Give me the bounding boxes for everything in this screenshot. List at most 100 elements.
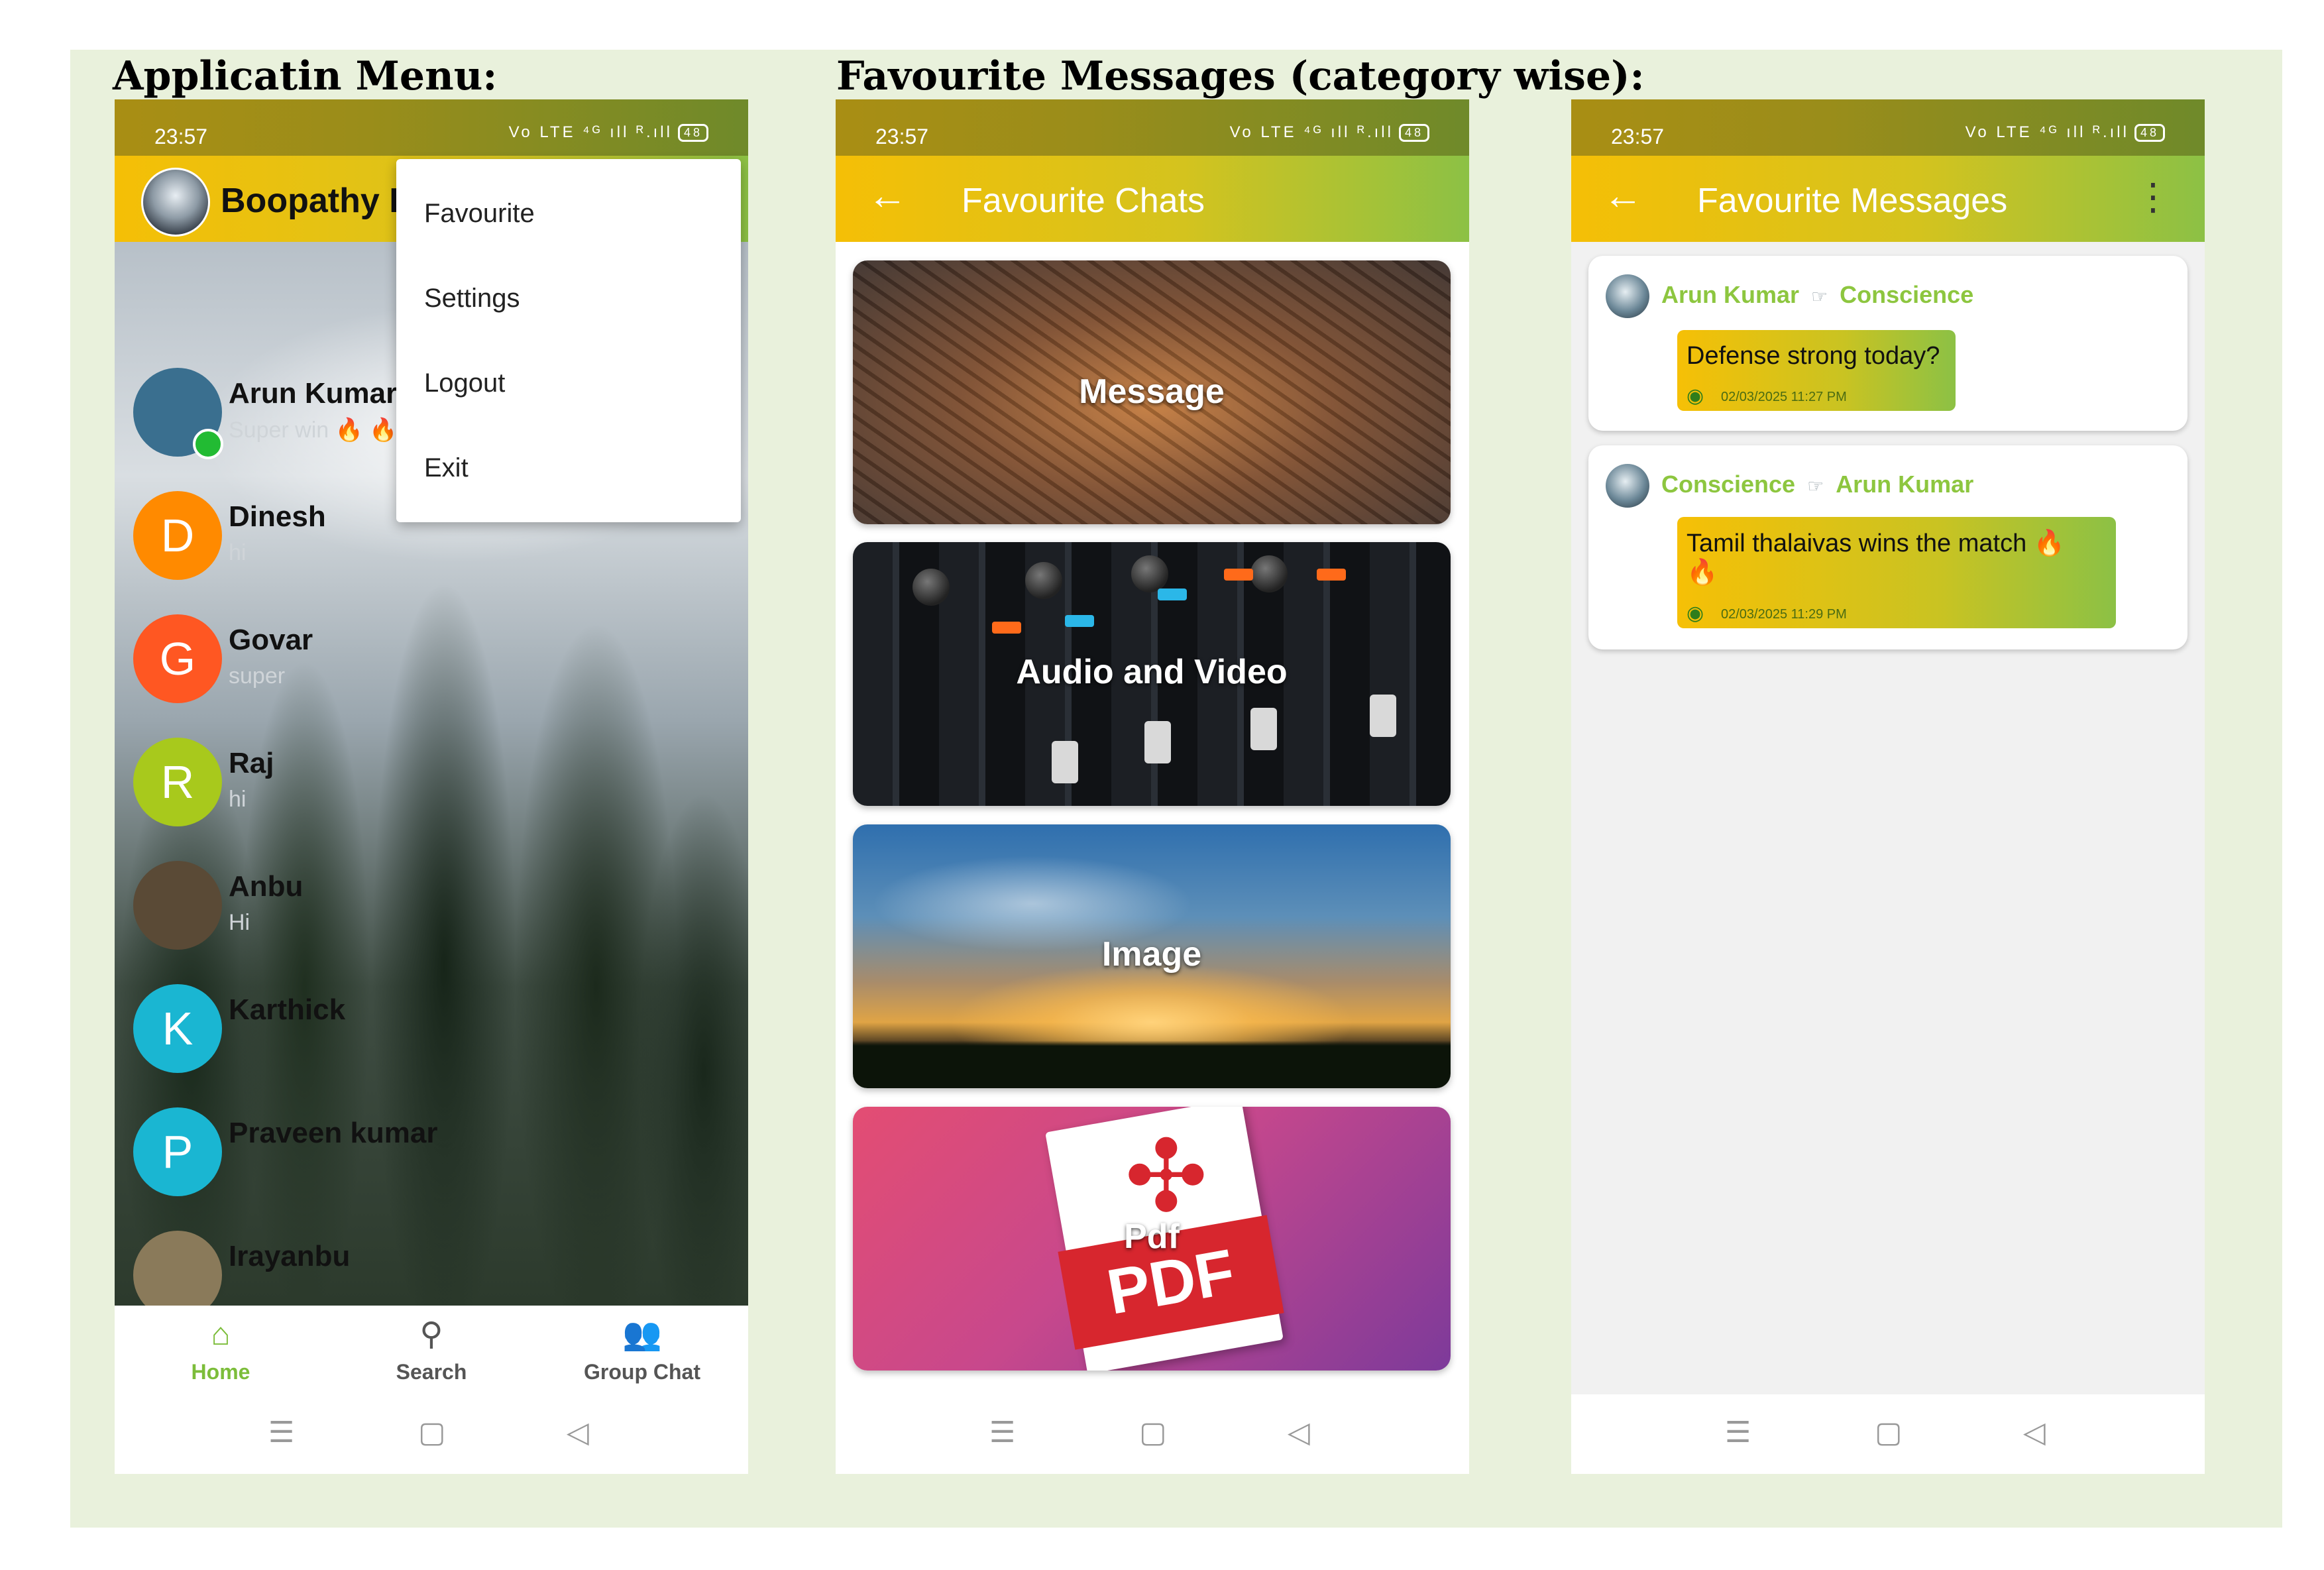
pointing-hand-icon: ☞ [1807,476,1824,496]
message-bubble: Tamil thalaivas wins the match 🔥 🔥 ◉ 02/… [1677,517,2116,628]
app-bar: ← Favourite Chats [836,156,1469,242]
chat-last-message: Hi [229,910,250,935]
avatar: R [133,738,222,826]
status-bar: 23:57 Vo LTE ⁴ᴳ ıll ᴿ.ıll 48 [1571,99,2205,156]
chat-list-item[interactable]: Anbu Hi [115,848,748,967]
status-time: 23:57 [1611,125,1665,148]
category-card-image[interactable]: Image [853,824,1451,1088]
back-triangle-icon[interactable]: ◁ [1288,1416,1310,1449]
heading-application-menu: Applicatin Menu: [113,53,498,99]
home-square-icon[interactable]: ▢ [418,1416,446,1449]
signal-icons: Vo LTE ⁴ᴳ ıll ᴿ.ıll 48 [509,123,708,142]
mixer-fader [1250,708,1277,750]
signal-icon: Vo LTE ⁴ᴳ ıll ᴿ.ıll [508,123,673,141]
avatar: K [133,984,222,1073]
home-square-icon[interactable]: ▢ [1875,1416,1903,1449]
message-text: Tamil thalaivas wins the match 🔥 [1687,530,2066,557]
system-navigation: ☰ ▢ ◁ [1571,1394,2205,1474]
receiver-name: Arun Kumar [1836,471,1974,498]
status-time: 23:57 [875,125,929,148]
avatar [1606,274,1649,318]
signal-icons: Vo LTE ⁴ᴳ ıll ᴿ.ıll 48 [1965,123,2165,142]
menu-item-settings[interactable]: Settings [424,284,520,313]
group-icon: 👥 [622,1317,662,1352]
chat-list-item[interactable]: R Raj hi [115,724,748,844]
recents-icon[interactable]: ☰ [989,1416,1015,1449]
mixer-fader [1144,721,1171,763]
back-triangle-icon[interactable]: ◁ [2023,1416,2046,1449]
avatar [133,861,222,950]
avatar: D [133,491,222,580]
chat-list-item[interactable]: P Praveen kumar [115,1094,748,1213]
category-card-pdf[interactable]: ✣ PDF Pdf [853,1107,1451,1371]
mixer-led [1224,569,1253,581]
mixer-knob [1131,555,1168,592]
online-status-dot [193,429,223,459]
chat-name: Raj [229,747,274,779]
message-bubble: Defense strong today? ◉ 02/03/2025 11:27… [1677,330,1956,411]
receiver-name: Conscience [1840,281,1974,308]
back-arrow-icon[interactable]: ← [1603,176,1643,215]
status-bar: 23:57 Vo LTE ⁴ᴳ ıll ᴿ.ıll 48 [115,99,748,156]
category-label: Audio and Video [1016,653,1288,691]
avatar: P [133,1107,222,1196]
avatar [1606,464,1649,508]
home-icon: ⌂ [211,1317,231,1352]
chat-name: Arun Kumar [229,377,398,410]
mixer-led [1158,589,1187,600]
heading-favourite-messages: Favourite Messages (category wise): [836,53,1645,99]
search-person-icon: ⚲ [419,1317,443,1352]
chat-last-message: Super win 🔥 🔥 [229,418,398,443]
message-time: 02/03/2025 11:27 PM [1721,390,1847,404]
menu-item-exit[interactable]: Exit [424,453,469,483]
chat-name: Dinesh [229,500,326,533]
signal-icon: Vo LTE ⁴ᴳ ıll ᴿ.ıll [1965,123,2129,141]
profile-name: Boopathy R [221,182,414,220]
chat-name: Praveen kumar [229,1117,438,1149]
category-card-message[interactable]: Message [853,260,1451,524]
nav-home-label: Home [191,1360,250,1384]
nav-search-label: Search [396,1360,467,1384]
recents-icon[interactable]: ☰ [268,1416,294,1449]
mixer-knob [913,569,950,606]
message-text: Defense strong today? [1687,342,1940,370]
mixer-led [1065,615,1094,627]
system-navigation: ☰ ▢ ◁ [115,1394,748,1474]
mixer-fader [1370,695,1396,737]
mixer-knob [1025,562,1062,599]
recents-icon[interactable]: ☰ [1725,1416,1751,1449]
sender-name: Arun Kumar [1661,281,1800,308]
favourite-message-card[interactable]: Conscience ☞ Arun Kumar Tamil thalaivas wi… [1588,445,2187,649]
back-triangle-icon[interactable]: ◁ [567,1416,589,1449]
menu-item-logout[interactable]: Logout [424,368,505,398]
overflow-menu: Favourite Settings Logout Exit [396,159,741,522]
phone-favourite-messages: 23:57 Vo LTE ⁴ᴳ ıll ᴿ.ıll 48 ← Favourite … [1571,99,2205,1474]
status-time: 23:57 [154,125,208,148]
message-text-line2: 🔥 [1687,559,1718,587]
profile-avatar[interactable] [141,168,210,237]
mixer-led [992,622,1021,634]
chat-name: Anbu [229,870,304,903]
nav-group-chat[interactable]: 👥 Group Chat [569,1315,715,1384]
category-label: Message [1079,372,1225,411]
category-card-audio-video[interactable]: Audio and Video [853,542,1451,806]
phone-favourite-chats: 23:57 Vo LTE ⁴ᴳ ıll ᴿ.ıll 48 ← Favourite … [836,99,1469,1474]
eye-icon: ◉ [1687,602,1704,624]
avatar: G [133,614,222,703]
chat-name: Irayanbu [229,1240,351,1272]
more-vert-icon[interactable]: ⋮ [2134,178,2172,215]
battery-icon: 48 [1398,124,1429,142]
back-arrow-icon[interactable]: ← [867,176,907,215]
favourite-message-card[interactable]: Arun Kumar ☞ Conscience Defense strong tod… [1588,256,2187,431]
app-bar: ← Favourite Messages ⋮ [1571,156,2205,242]
nav-home[interactable]: ⌂ Home [148,1315,294,1384]
message-route: Conscience ☞ Arun Kumar [1661,471,1973,498]
eye-icon: ◉ [1687,385,1704,407]
chat-list-item[interactable]: K Karthick [115,971,748,1090]
chat-list-item[interactable]: G Govar super [115,601,748,720]
signal-icon: Vo LTE ⁴ᴳ ıll ᴿ.ıll [1229,123,1394,141]
nav-search[interactable]: ⚲ Search [359,1315,504,1384]
mixer-fader [1052,741,1078,783]
home-square-icon[interactable]: ▢ [1139,1416,1167,1449]
menu-item-favourite[interactable]: Favourite [424,199,535,229]
